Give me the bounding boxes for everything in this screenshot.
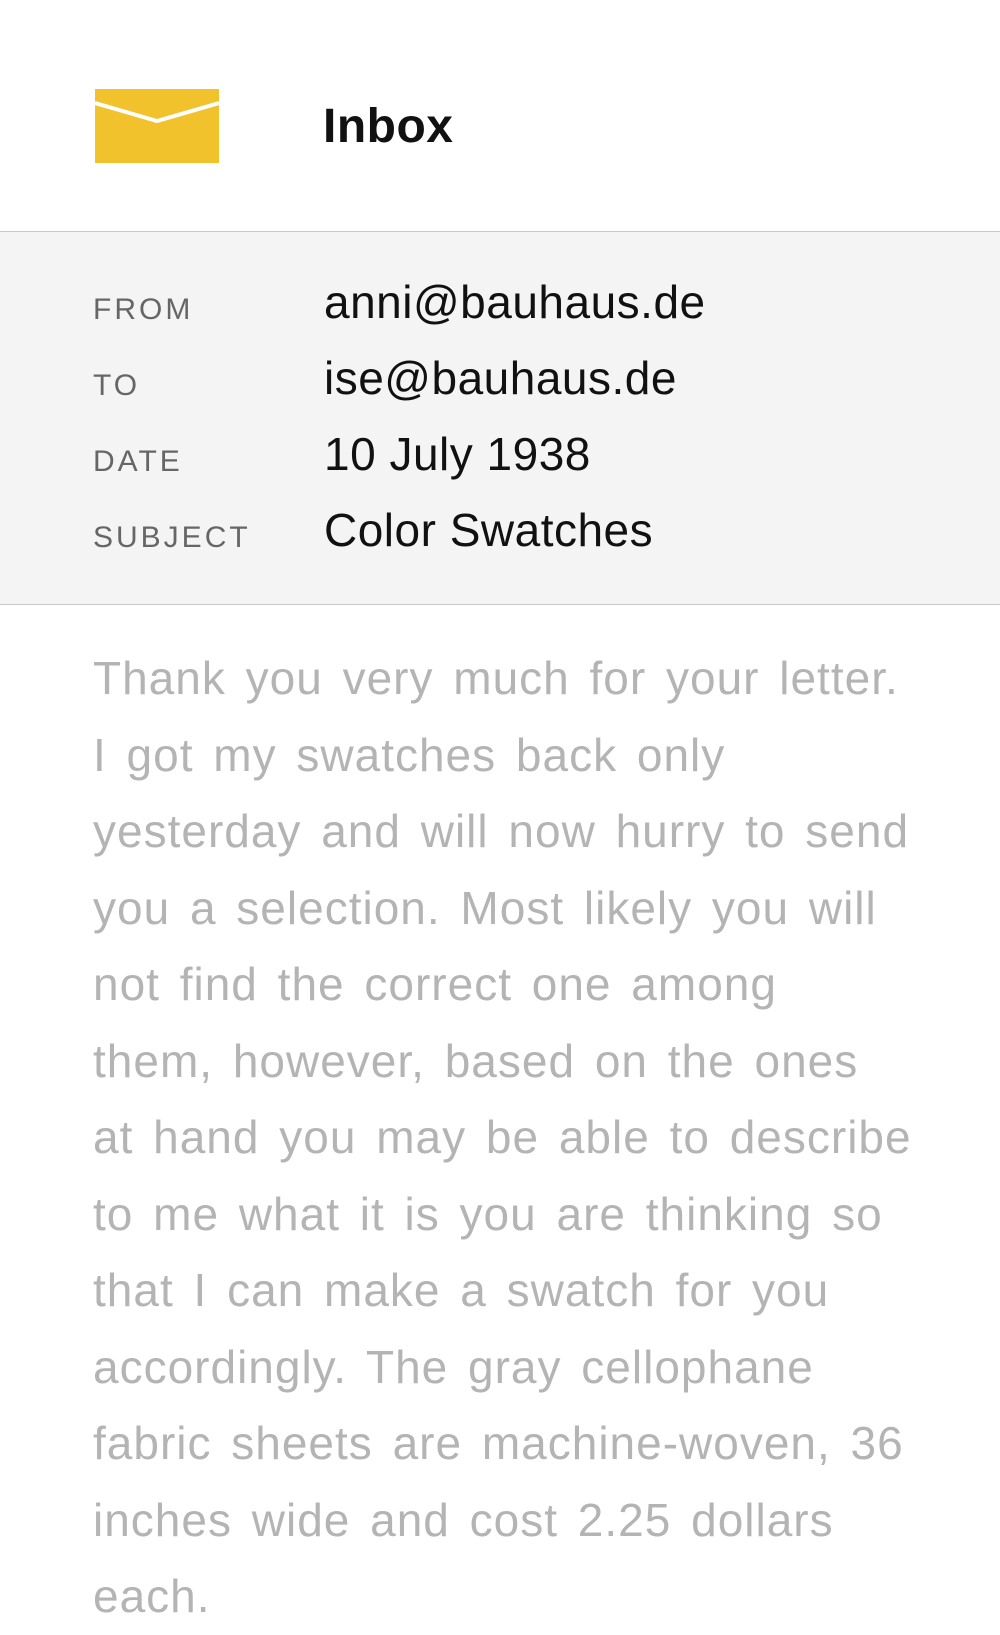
date-row: DATE 10 July 1938 (0, 424, 1000, 500)
to-value[interactable]: ise@bauhaus.de (324, 350, 677, 406)
app-header: Inbox (0, 0, 1000, 232)
date-label: DATE (93, 445, 183, 478)
subject-value: Color Swatches (324, 504, 654, 556)
message-header: FROM anni@bauhaus.de TO ise@bauhaus.de D… (0, 232, 1000, 605)
from-row: FROM anni@bauhaus.de (0, 272, 1000, 348)
from-label: FROM (93, 293, 194, 326)
to-row: TO ise@bauhaus.de (0, 348, 1000, 424)
date-value: 10 July 1938 (324, 428, 591, 480)
subject-label: SUBJECT (93, 521, 251, 554)
page-title: Inbox (323, 100, 454, 153)
subject-row: SUBJECT Color Swatches (0, 500, 1000, 576)
envelope-icon[interactable] (95, 89, 219, 163)
from-value[interactable]: anni@bauhaus.de (324, 274, 706, 330)
to-label: TO (93, 369, 141, 402)
message-body: Thank you very much for your letter. I g… (93, 652, 912, 1622)
